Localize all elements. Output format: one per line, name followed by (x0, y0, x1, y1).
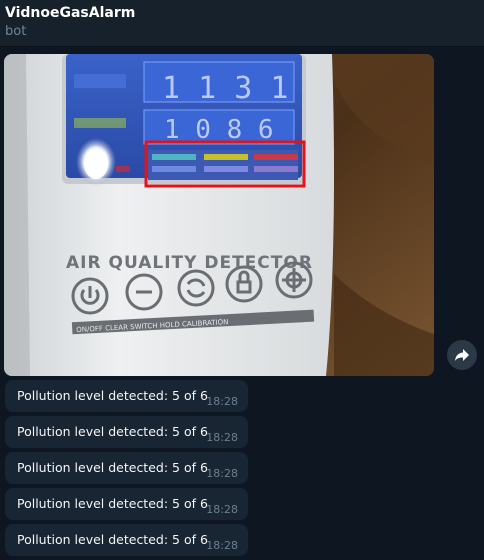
message-bubble[interactable]: Pollution level detected: 5 of 6 18:28 (5, 452, 248, 484)
message-text: Pollution level detected: 5 of 6 (17, 532, 208, 547)
message-time: 18:28 (206, 467, 238, 480)
telegram-chat-window: VidnoeGasAlarm bot 1 1 3 1 1 0 8 6 AIR Q… (0, 0, 484, 560)
lcd-reading-top: 1 1 3 1 (162, 71, 288, 106)
photo-message[interactable]: 1 1 3 1 1 0 8 6 AIR QUALITY DETECTOR ON/… (4, 54, 434, 376)
air-quality-detector-photo: 1 1 3 1 1 0 8 6 AIR QUALITY DETECTOR ON/… (4, 54, 434, 376)
message-bubble[interactable]: Pollution level detected: 5 of 6 18:28 (5, 380, 248, 412)
device-label: AIR QUALITY DETECTOR (66, 253, 313, 273)
message-text: Pollution level detected: 5 of 6 (17, 388, 208, 403)
forward-button[interactable] (447, 340, 477, 370)
message-time: 18:28 (206, 539, 238, 552)
message-text: Pollution level detected: 5 of 6 (17, 496, 208, 511)
message-text: Pollution level detected: 5 of 6 (17, 424, 208, 439)
forward-arrow-icon (455, 349, 469, 361)
chat-title[interactable]: VidnoeGasAlarm (5, 4, 135, 22)
message-bubble[interactable]: Pollution level detected: 5 of 6 18:28 (5, 488, 248, 520)
message-bubble[interactable]: Pollution level detected: 5 of 6 18:28 (5, 524, 248, 556)
message-time: 18:28 (206, 503, 238, 516)
message-text: Pollution level detected: 5 of 6 (17, 460, 208, 475)
message-time: 18:28 (206, 431, 238, 444)
message-bubble[interactable]: Pollution level detected: 5 of 6 18:28 (5, 416, 248, 448)
chat-header[interactable]: VidnoeGasAlarm bot (0, 0, 484, 47)
chat-subtitle: bot (5, 24, 27, 39)
message-time: 18:28 (206, 395, 238, 408)
